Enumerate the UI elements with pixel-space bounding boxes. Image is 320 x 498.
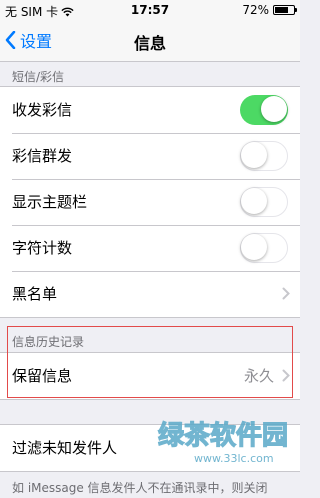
row-mms-messaging[interactable]: 收发彩信 xyxy=(0,87,300,133)
svg-text:www.33lc.com: www.33lc.com xyxy=(194,452,274,465)
watermark-graphic: 绿茶软件园 www.33lc.com xyxy=(157,420,288,465)
row-label: 字符计数 xyxy=(12,239,73,257)
svg-text:绿茶软件园: 绿茶软件园 xyxy=(158,421,288,451)
character-count-toggle[interactable] xyxy=(240,233,288,263)
toggle-knob xyxy=(241,188,267,214)
mms-messaging-toggle[interactable] xyxy=(240,95,288,125)
chevron-right-icon xyxy=(282,287,290,300)
show-subject-toggle[interactable] xyxy=(240,187,288,217)
row-label: 显示主题栏 xyxy=(12,193,88,211)
row-label: 彩信群发 xyxy=(12,147,73,165)
highlight-annotation xyxy=(7,326,293,398)
battery-icon xyxy=(273,5,297,15)
navigation-bar: 设置 信息 xyxy=(0,20,300,62)
toggle-knob xyxy=(241,234,267,260)
row-label: 收发彩信 xyxy=(12,101,73,119)
group-messaging-toggle[interactable] xyxy=(240,141,288,171)
row-character-count[interactable]: 字符计数 xyxy=(0,225,300,271)
toggle-knob xyxy=(241,142,267,168)
row-label: 过滤未知发件人 xyxy=(12,439,118,457)
section-header-mms: 短信/彩信 xyxy=(12,70,65,84)
settings-group-mms: 收发彩信 彩信群发 显示主题栏 字符计数 黑名单 xyxy=(0,86,300,318)
row-show-subject[interactable]: 显示主题栏 xyxy=(0,179,300,225)
toggle-knob xyxy=(261,96,287,122)
row-blocked[interactable]: 黑名单 xyxy=(0,271,300,317)
row-group-messaging[interactable]: 彩信群发 xyxy=(0,133,300,179)
battery-percent: 72% xyxy=(242,3,269,17)
status-bar: 无 SIM 卡 17:57 72% xyxy=(0,0,300,20)
footer-note: 如 iMessage 信息发件人不在通讯录中，则关闭 xyxy=(12,481,268,495)
watermark-logo: 绿茶软件园 www.33lc.com xyxy=(154,410,294,466)
page-title: 信息 xyxy=(133,34,166,53)
row-label: 黑名单 xyxy=(12,285,58,303)
